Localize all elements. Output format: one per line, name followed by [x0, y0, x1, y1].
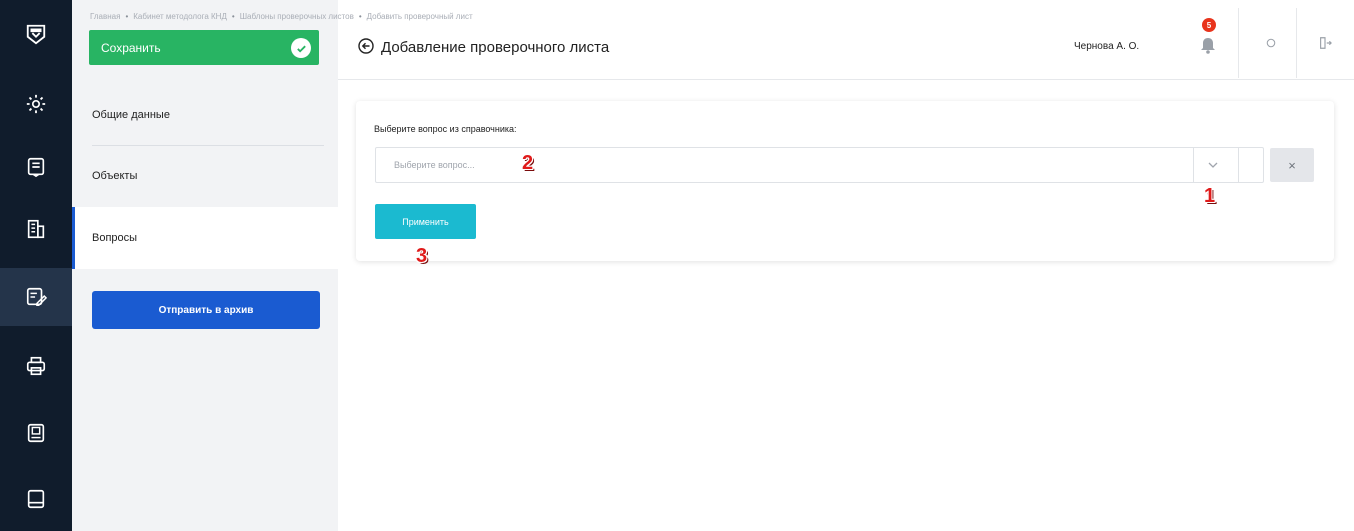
settings-circle-icon — [1266, 38, 1276, 48]
sidebar-item-label: Объекты — [92, 170, 138, 182]
book-icon[interactable] — [0, 470, 72, 528]
user-name[interactable]: Чернова А. О. — [1074, 41, 1139, 52]
archive-box-icon[interactable] — [0, 404, 72, 462]
clear-selection-button[interactable]: × — [1270, 148, 1314, 182]
send-to-archive-button[interactable]: Отправить в архив — [92, 291, 320, 329]
sidebar-item-questions[interactable]: Вопросы — [72, 207, 338, 269]
app-root: Главная • Кабинет методолога КНД • Шаблоны п… — [0, 0, 1354, 531]
sidebar-item-general[interactable]: Общие данные — [72, 84, 338, 146]
sidebar-item-label: Общие данные — [92, 109, 170, 121]
select-divider — [1238, 148, 1239, 182]
select-divider — [1193, 148, 1194, 182]
building-icon[interactable] — [0, 200, 72, 258]
printer-icon[interactable] — [0, 337, 72, 395]
logout-button[interactable] — [1314, 32, 1336, 54]
logo-shield-icon[interactable] — [0, 8, 72, 60]
breadcrumb-item-home[interactable]: Главная — [90, 12, 120, 21]
question-select-placeholder: Выберите вопрос... — [394, 160, 475, 170]
chevron-down-icon[interactable] — [1207, 160, 1219, 170]
sidebar-item-label: Вопросы — [92, 232, 138, 244]
breadcrumb-item-cabinet[interactable]: Кабинет методолога КНД — [133, 12, 227, 21]
notification-badge: 5 — [1202, 18, 1216, 32]
header-divider — [1296, 8, 1297, 78]
gear-icon[interactable] — [0, 75, 72, 133]
question-select-label: Выберите вопрос из справочника: — [374, 124, 517, 134]
icon-rail — [0, 0, 72, 531]
page-title: Добавление проверочного листа — [381, 39, 610, 56]
page-header: Добавление проверочного листа Чернова А.… — [338, 0, 1354, 80]
question-select[interactable] — [375, 147, 1264, 183]
settings-button[interactable] — [1260, 32, 1282, 54]
breadcrumb-separator: • — [231, 12, 235, 21]
save-button[interactable]: Сохранить — [89, 30, 319, 65]
back-arrow-icon[interactable] — [358, 38, 374, 54]
bell-icon[interactable] — [1196, 30, 1220, 56]
logout-icon — [1320, 37, 1332, 49]
close-icon: × — [1288, 157, 1296, 173]
save-button-label: Сохранить — [101, 40, 161, 55]
check-circle-icon — [291, 38, 311, 58]
apply-button[interactable]: Применить — [375, 204, 476, 239]
annotation-marker-2: 2 — [522, 152, 534, 174]
annotation-marker-3: 3 — [416, 245, 428, 267]
edit-checklist-icon[interactable] — [0, 268, 72, 326]
sidebar-item-objects[interactable]: Объекты — [72, 145, 338, 207]
breadcrumb-separator: • — [125, 12, 129, 21]
breadcrumb-item-templates[interactable]: Шаблоны проверочных листов — [240, 12, 354, 21]
annotation-marker-1: 1 — [1204, 185, 1216, 207]
document-list-icon[interactable] — [0, 138, 72, 196]
header-divider — [1238, 8, 1239, 78]
